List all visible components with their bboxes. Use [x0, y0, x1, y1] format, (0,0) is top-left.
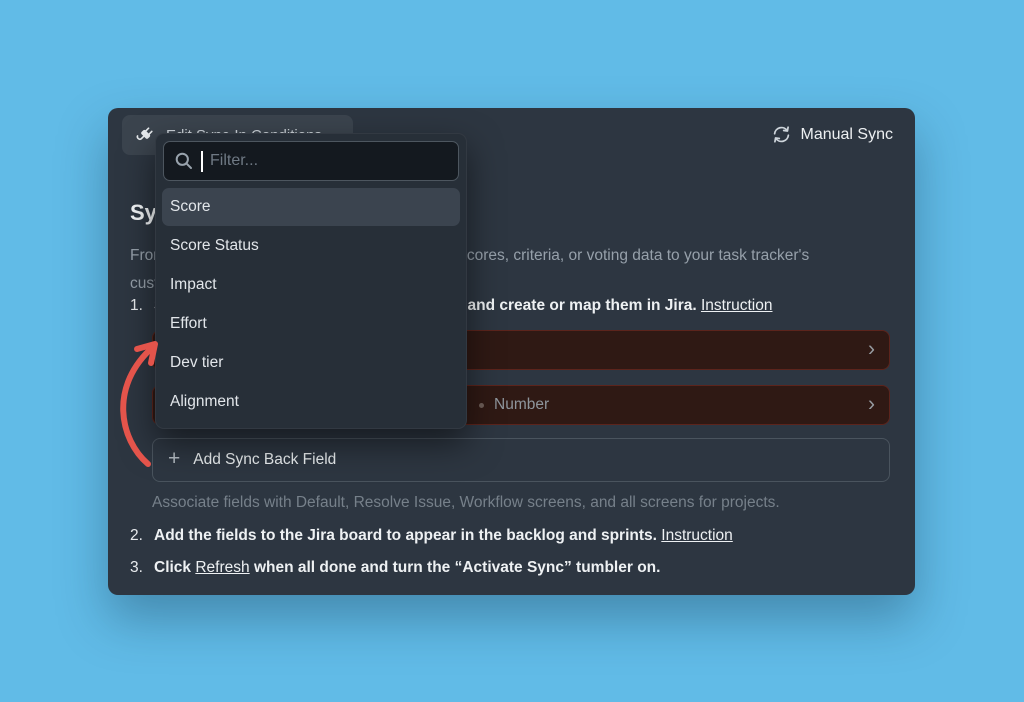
step-3: 3. Click Refresh when all done and turn …: [130, 559, 660, 577]
text-cursor: [201, 151, 203, 172]
step-2-number: 2.: [130, 527, 145, 545]
dropdown-item-dev-tier[interactable]: Dev tier: [156, 343, 466, 382]
associate-note: Associate fields with Default, Resolve I…: [152, 494, 780, 512]
refresh-icon: [771, 124, 792, 145]
step-2-text: Add the fields to the Jira board to appe…: [154, 527, 733, 545]
add-sync-back-field-button[interactable]: + Add Sync Back Field: [152, 438, 890, 482]
sync-back-panel: Edit Sync-In Conditions Manual Sync Sync…: [108, 108, 915, 595]
chevron-right-icon: ›: [868, 394, 875, 415]
field-type-label: Number: [479, 396, 549, 414]
manual-sync-label: Manual Sync: [801, 126, 894, 144]
chevron-right-icon: ›: [868, 339, 875, 360]
add-sync-back-field-label: Add Sync Back Field: [193, 451, 336, 469]
filter-field[interactable]: [163, 141, 459, 181]
plus-icon: +: [168, 447, 180, 471]
dropdown-item-score[interactable]: Score: [162, 188, 460, 226]
manual-sync-button[interactable]: Manual Sync: [771, 124, 894, 145]
dropdown-item-impact[interactable]: Impact: [156, 265, 466, 304]
step-2: 2. Add the fields to the Jira board to a…: [130, 527, 733, 545]
step-3-text: Click Refresh when all done and turn the…: [154, 559, 660, 577]
dropdown-item-score-status[interactable]: Score Status: [156, 226, 466, 265]
dropdown-item-list: Score Score Status Impact Effort Dev tie…: [156, 188, 466, 421]
plug-icon: [134, 124, 156, 146]
search-icon: [174, 151, 194, 171]
refresh-link[interactable]: Refresh: [195, 559, 249, 576]
step-1-number: 1.: [130, 297, 145, 315]
step-3-number: 3.: [130, 559, 145, 577]
field-select-dropdown: Score Score Status Impact Effort Dev tie…: [155, 133, 467, 429]
filter-input[interactable]: [210, 152, 448, 170]
dropdown-item-alignment[interactable]: Alignment: [156, 382, 466, 421]
dropdown-item-effort[interactable]: Effort: [156, 304, 466, 343]
instruction-link-1[interactable]: Instruction: [701, 297, 773, 314]
instruction-link-2[interactable]: Instruction: [661, 527, 733, 544]
separator-dot-icon: [479, 403, 484, 408]
